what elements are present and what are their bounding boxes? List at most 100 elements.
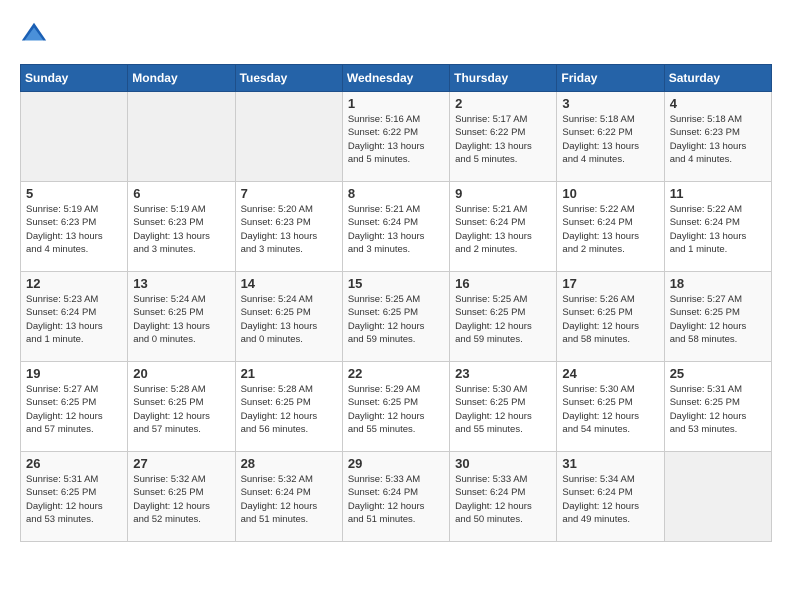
calendar-week-3: 12 Sunrise: 5:23 AM Sunset: 6:24 PM Dayli… bbox=[21, 272, 772, 362]
calendar-cell: 13Sunrise: 5:24 AM Sunset: 6:25 PM Dayli… bbox=[128, 272, 235, 362]
calendar-cell: 12 Sunrise: 5:23 AM Sunset: 6:24 PM Dayli… bbox=[21, 272, 128, 362]
calendar-cell: 22Sunrise: 5:29 AM Sunset: 6:25 PM Dayli… bbox=[342, 362, 449, 452]
day-info: Sunrise: 5:31 AM Sunset: 6:25 PM Dayligh… bbox=[670, 383, 766, 436]
day-info: Sunrise: 5:32 AM Sunset: 6:25 PM Dayligh… bbox=[133, 473, 229, 526]
calendar-cell: 25 Sunrise: 5:31 AM Sunset: 6:25 PM Dayli… bbox=[664, 362, 771, 452]
day-info: Sunrise: 5:21 AM Sunset: 6:24 PM Dayligh… bbox=[455, 203, 551, 256]
calendar-cell: 17 Sunrise: 5:26 AM Sunset: 6:25 PM Dayli… bbox=[557, 272, 664, 362]
day-info: Sunrise: 5:28 AM Sunset: 6:25 PM Dayligh… bbox=[241, 383, 337, 436]
weekday-header-saturday: Saturday bbox=[664, 65, 771, 92]
weekday-header-tuesday: Tuesday bbox=[235, 65, 342, 92]
day-info: Sunrise: 5:16 AM Sunset: 6:22 PM Dayligh… bbox=[348, 113, 444, 166]
day-info: Sunrise: 5:17 AM Sunset: 6:22 PM Dayligh… bbox=[455, 113, 551, 166]
calendar-cell: 31 Sunrise: 5:34 AM Sunset: 6:24 PM Dayli… bbox=[557, 452, 664, 542]
calendar-cell bbox=[21, 92, 128, 182]
day-info: Sunrise: 5:29 AM Sunset: 6:25 PM Dayligh… bbox=[348, 383, 444, 436]
calendar-cell: 29 Sunrise: 5:33 AM Sunset: 6:24 PM Dayli… bbox=[342, 452, 449, 542]
calendar-cell: 24 Sunrise: 5:30 AM Sunset: 6:25 PM Dayli… bbox=[557, 362, 664, 452]
day-number: 17 bbox=[562, 276, 658, 291]
calendar-cell: 9 Sunrise: 5:21 AM Sunset: 6:24 PM Daylig… bbox=[450, 182, 557, 272]
day-info: Sunrise: 5:26 AM Sunset: 6:25 PM Dayligh… bbox=[562, 293, 658, 346]
weekday-header-sunday: Sunday bbox=[21, 65, 128, 92]
page-header bbox=[20, 20, 772, 48]
day-number: 25 bbox=[670, 366, 766, 381]
day-info: Sunrise: 5:34 AM Sunset: 6:24 PM Dayligh… bbox=[562, 473, 658, 526]
calendar-cell: 14 Sunrise: 5:24 AM Sunset: 6:25 PM Dayli… bbox=[235, 272, 342, 362]
day-number: 23 bbox=[455, 366, 551, 381]
day-info: Sunrise: 5:33 AM Sunset: 6:24 PM Dayligh… bbox=[348, 473, 444, 526]
day-number: 18 bbox=[670, 276, 766, 291]
calendar-cell: 23 Sunrise: 5:30 AM Sunset: 6:25 PM Dayli… bbox=[450, 362, 557, 452]
calendar-week-1: 1 Sunrise: 5:16 AM Sunset: 6:22 PM Daylig… bbox=[21, 92, 772, 182]
day-number: 16 bbox=[455, 276, 551, 291]
calendar-cell bbox=[128, 92, 235, 182]
calendar-cell: 7 Sunrise: 5:20 AM Sunset: 6:23 PM Daylig… bbox=[235, 182, 342, 272]
calendar-cell: 20 Sunrise: 5:28 AM Sunset: 6:25 PM Dayli… bbox=[128, 362, 235, 452]
day-info: Sunrise: 5:18 AM Sunset: 6:22 PM Dayligh… bbox=[562, 113, 658, 166]
day-number: 13 bbox=[133, 276, 229, 291]
day-number: 10 bbox=[562, 186, 658, 201]
calendar-week-4: 19Sunrise: 5:27 AM Sunset: 6:25 PM Dayli… bbox=[21, 362, 772, 452]
calendar-cell: 16 Sunrise: 5:25 AM Sunset: 6:25 PM Dayli… bbox=[450, 272, 557, 362]
day-info: Sunrise: 5:30 AM Sunset: 6:25 PM Dayligh… bbox=[455, 383, 551, 436]
calendar-week-5: 26Sunrise: 5:31 AM Sunset: 6:25 PM Dayli… bbox=[21, 452, 772, 542]
calendar-week-2: 5 Sunrise: 5:19 AM Sunset: 6:23 PM Daylig… bbox=[21, 182, 772, 272]
calendar-cell: 19Sunrise: 5:27 AM Sunset: 6:25 PM Dayli… bbox=[21, 362, 128, 452]
day-number: 9 bbox=[455, 186, 551, 201]
calendar-cell: 3 Sunrise: 5:18 AM Sunset: 6:22 PM Daylig… bbox=[557, 92, 664, 182]
day-info: Sunrise: 5:25 AM Sunset: 6:25 PM Dayligh… bbox=[455, 293, 551, 346]
day-info: Sunrise: 5:22 AM Sunset: 6:24 PM Dayligh… bbox=[670, 203, 766, 256]
calendar-cell: 18 Sunrise: 5:27 AM Sunset: 6:25 PM Dayli… bbox=[664, 272, 771, 362]
logo-icon bbox=[20, 20, 48, 48]
day-number: 1 bbox=[348, 96, 444, 111]
day-number: 3 bbox=[562, 96, 658, 111]
calendar-cell: 26Sunrise: 5:31 AM Sunset: 6:25 PM Dayli… bbox=[21, 452, 128, 542]
day-number: 29 bbox=[348, 456, 444, 471]
day-number: 14 bbox=[241, 276, 337, 291]
calendar-cell: 11 Sunrise: 5:22 AM Sunset: 6:24 PM Dayli… bbox=[664, 182, 771, 272]
day-number: 11 bbox=[670, 186, 766, 201]
day-number: 28 bbox=[241, 456, 337, 471]
day-number: 12 bbox=[26, 276, 122, 291]
calendar-cell: 21Sunrise: 5:28 AM Sunset: 6:25 PM Dayli… bbox=[235, 362, 342, 452]
weekday-header-thursday: Thursday bbox=[450, 65, 557, 92]
day-info: Sunrise: 5:23 AM Sunset: 6:24 PM Dayligh… bbox=[26, 293, 122, 346]
day-info: Sunrise: 5:22 AM Sunset: 6:24 PM Dayligh… bbox=[562, 203, 658, 256]
day-info: Sunrise: 5:19 AM Sunset: 6:23 PM Dayligh… bbox=[26, 203, 122, 256]
day-number: 7 bbox=[241, 186, 337, 201]
calendar-cell: 5 Sunrise: 5:19 AM Sunset: 6:23 PM Daylig… bbox=[21, 182, 128, 272]
day-info: Sunrise: 5:30 AM Sunset: 6:25 PM Dayligh… bbox=[562, 383, 658, 436]
calendar-body: 1 Sunrise: 5:16 AM Sunset: 6:22 PM Daylig… bbox=[21, 92, 772, 542]
logo bbox=[20, 20, 52, 48]
day-number: 31 bbox=[562, 456, 658, 471]
calendar-cell: 15Sunrise: 5:25 AM Sunset: 6:25 PM Dayli… bbox=[342, 272, 449, 362]
calendar-table: SundayMondayTuesdayWednesdayThursdayFrid… bbox=[20, 64, 772, 542]
day-number: 27 bbox=[133, 456, 229, 471]
day-number: 24 bbox=[562, 366, 658, 381]
day-number: 8 bbox=[348, 186, 444, 201]
day-number: 20 bbox=[133, 366, 229, 381]
weekday-header-friday: Friday bbox=[557, 65, 664, 92]
calendar-cell: 30Sunrise: 5:33 AM Sunset: 6:24 PM Dayli… bbox=[450, 452, 557, 542]
calendar-cell bbox=[664, 452, 771, 542]
day-info: Sunrise: 5:27 AM Sunset: 6:25 PM Dayligh… bbox=[670, 293, 766, 346]
day-info: Sunrise: 5:25 AM Sunset: 6:25 PM Dayligh… bbox=[348, 293, 444, 346]
day-info: Sunrise: 5:24 AM Sunset: 6:25 PM Dayligh… bbox=[241, 293, 337, 346]
day-number: 6 bbox=[133, 186, 229, 201]
day-number: 5 bbox=[26, 186, 122, 201]
calendar-cell: 28Sunrise: 5:32 AM Sunset: 6:24 PM Dayli… bbox=[235, 452, 342, 542]
day-number: 26 bbox=[26, 456, 122, 471]
weekday-header-monday: Monday bbox=[128, 65, 235, 92]
day-number: 19 bbox=[26, 366, 122, 381]
weekday-header-wednesday: Wednesday bbox=[342, 65, 449, 92]
calendar-cell: 4Sunrise: 5:18 AM Sunset: 6:23 PM Daylig… bbox=[664, 92, 771, 182]
day-info: Sunrise: 5:19 AM Sunset: 6:23 PM Dayligh… bbox=[133, 203, 229, 256]
day-info: Sunrise: 5:20 AM Sunset: 6:23 PM Dayligh… bbox=[241, 203, 337, 256]
day-info: Sunrise: 5:33 AM Sunset: 6:24 PM Dayligh… bbox=[455, 473, 551, 526]
calendar-cell: 27 Sunrise: 5:32 AM Sunset: 6:25 PM Dayli… bbox=[128, 452, 235, 542]
weekday-header-row: SundayMondayTuesdayWednesdayThursdayFrid… bbox=[21, 65, 772, 92]
day-number: 4 bbox=[670, 96, 766, 111]
calendar-cell: 8Sunrise: 5:21 AM Sunset: 6:24 PM Daylig… bbox=[342, 182, 449, 272]
calendar-cell: 2Sunrise: 5:17 AM Sunset: 6:22 PM Daylig… bbox=[450, 92, 557, 182]
day-info: Sunrise: 5:28 AM Sunset: 6:25 PM Dayligh… bbox=[133, 383, 229, 436]
